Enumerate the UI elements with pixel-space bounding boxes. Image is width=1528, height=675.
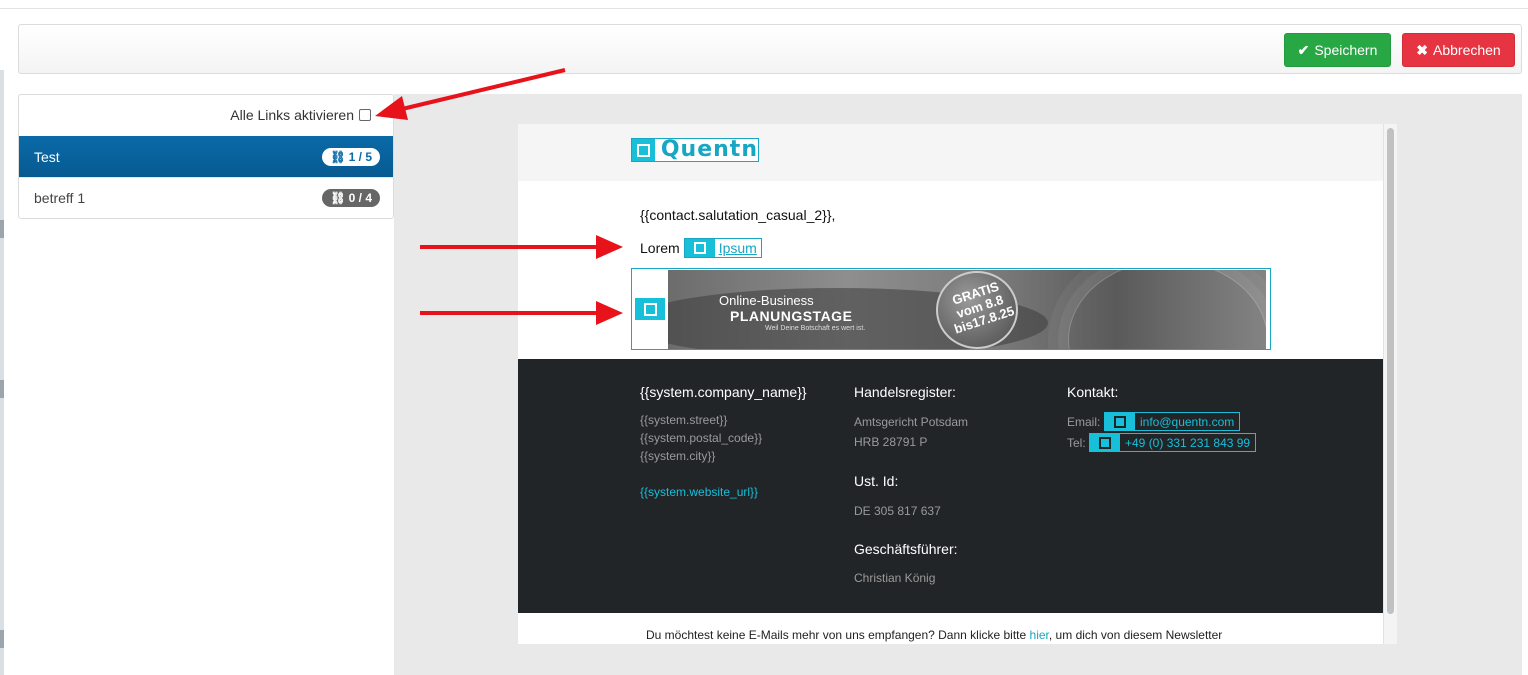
contact-heading: Kontakt: — [1067, 384, 1119, 400]
banner-image[interactable]: Online-Business PLANUNGSTAGE Weil Deine … — [668, 270, 1266, 349]
banner-line1: Online-Business — [719, 293, 814, 308]
checkbox-icon — [636, 143, 650, 157]
link-toggle-checkbox[interactable] — [1105, 413, 1135, 430]
left-edge-mark — [0, 380, 4, 398]
vat-heading: Ust. Id: — [854, 473, 899, 489]
email-link[interactable]: info@quentn.com — [1104, 412, 1241, 431]
lorem-text: Lorem — [640, 240, 680, 256]
activate-all-links[interactable]: Alle Links aktivieren — [230, 107, 371, 123]
link-count: 0 / 4 — [348, 191, 372, 205]
court: Amtsgericht Potsdam — [854, 415, 969, 429]
link-count-badge: ⛓ 1 / 5 — [322, 147, 380, 166]
left-edge-mark — [0, 630, 4, 648]
banner-line3: Weil Deine Botschaft es wert ist. — [765, 325, 866, 332]
email-header: Quentn — [518, 124, 1383, 181]
tel-link[interactable]: +49 (0) 331 231 843 99 — [1089, 433, 1257, 452]
link-toggle-checkbox[interactable] — [1090, 434, 1120, 451]
save-button-label: Speichern — [1314, 42, 1378, 58]
link-toggle-checkbox[interactable] — [684, 239, 715, 257]
logo-link[interactable]: Quentn — [631, 138, 759, 162]
email-body: {{contact.salutation_casual_2}}, Lorem I… — [631, 181, 1271, 359]
preview-scrollbar[interactable] — [1383, 124, 1397, 644]
ipsum-link-text[interactable]: Ipsum — [715, 240, 761, 256]
ceo-name: Christian König — [854, 571, 936, 585]
salutation: {{contact.salutation_casual_2}}, — [640, 207, 836, 223]
email-list-panel: Alle Links aktivieren Test ⛓ 1 / 5 betre… — [18, 94, 394, 219]
checkbox-icon — [643, 302, 657, 316]
checkbox-icon — [693, 242, 706, 254]
unsubscribe-before: Du möchtest keine E-Mails mehr von uns e… — [646, 628, 1030, 642]
link-count-badge: ⛓ 0 / 4 — [322, 189, 380, 207]
email-link-text[interactable]: info@quentn.com — [1135, 415, 1239, 429]
ceo-heading: Geschäftsführer: — [854, 541, 958, 557]
arrow-annotation-checkbox — [375, 68, 566, 120]
tel-link-text[interactable]: +49 (0) 331 231 843 99 — [1120, 436, 1255, 450]
email-footer: {{system.company_name}} {{system.street}… — [518, 359, 1383, 613]
arrow-annotation-link — [420, 235, 623, 259]
website-link[interactable]: {{system.website_url}} — [640, 485, 758, 499]
check-icon: ✔ — [1297, 41, 1310, 58]
activate-all-label: Alle Links aktivieren — [230, 107, 354, 123]
banner-line2: PLANUNGSTAGE — [730, 308, 853, 324]
list-item-label: betreff 1 — [34, 190, 86, 206]
list-item-label: Test — [34, 148, 60, 165]
unsubscribe-text: Du möchtest keine E-Mails mehr von uns e… — [646, 628, 1222, 642]
unsubscribe-after: , um dich von diesem Newsletter — [1048, 628, 1223, 642]
vat-id: DE 305 817 637 — [854, 504, 941, 518]
hrb: HRB 28791 P — [854, 435, 928, 449]
scrollbar-thumb[interactable] — [1387, 128, 1394, 614]
save-button[interactable]: ✔ Speichern — [1284, 33, 1391, 67]
times-icon: ✖ — [1416, 41, 1428, 58]
link-count: 1 / 5 — [348, 149, 372, 164]
checkbox-icon — [1099, 436, 1111, 449]
link-icon: ⛓ — [330, 191, 346, 205]
register-heading: Handelsregister: — [854, 384, 956, 400]
email-label: Email: — [1067, 415, 1101, 429]
lorem-line: Lorem Ipsum — [640, 238, 762, 258]
email-preview: Quentn {{contact.salutation_casual_2}}, … — [518, 124, 1397, 644]
unsubscribe-link[interactable]: hier — [1030, 628, 1049, 642]
toolbar: ✔ Speichern ✖ Abbrechen — [18, 24, 1522, 74]
banner-link[interactable]: Online-Business PLANUNGSTAGE Weil Deine … — [631, 268, 1271, 350]
top-divider — [0, 8, 1528, 9]
ipsum-link[interactable]: Ipsum — [683, 238, 762, 258]
cancel-button[interactable]: ✖ Abbrechen — [1402, 33, 1515, 67]
link-toggle-checkbox[interactable] — [632, 269, 668, 349]
left-edge-mark — [0, 220, 4, 238]
cancel-button-label: Abbrechen — [1433, 42, 1501, 58]
postal-code: {{system.postal_code}} — [640, 431, 763, 445]
tel-label: Tel: — [1067, 436, 1086, 450]
street: {{system.street}} — [640, 413, 728, 427]
company-name: {{system.company_name}} — [640, 384, 807, 400]
link-icon: ⛓ — [330, 149, 346, 164]
left-edge-strip — [0, 70, 4, 675]
arrow-annotation-banner — [420, 301, 623, 325]
quentn-logo: Quentn — [660, 137, 758, 162]
list-item-test[interactable]: Test ⛓ 1 / 5 — [19, 136, 393, 177]
city: {{system.city}} — [640, 449, 716, 463]
checkbox-icon — [1114, 415, 1126, 428]
list-item-betreff[interactable]: betreff 1 ⛓ 0 / 4 — [19, 177, 393, 218]
link-toggle-checkbox[interactable] — [632, 139, 655, 161]
